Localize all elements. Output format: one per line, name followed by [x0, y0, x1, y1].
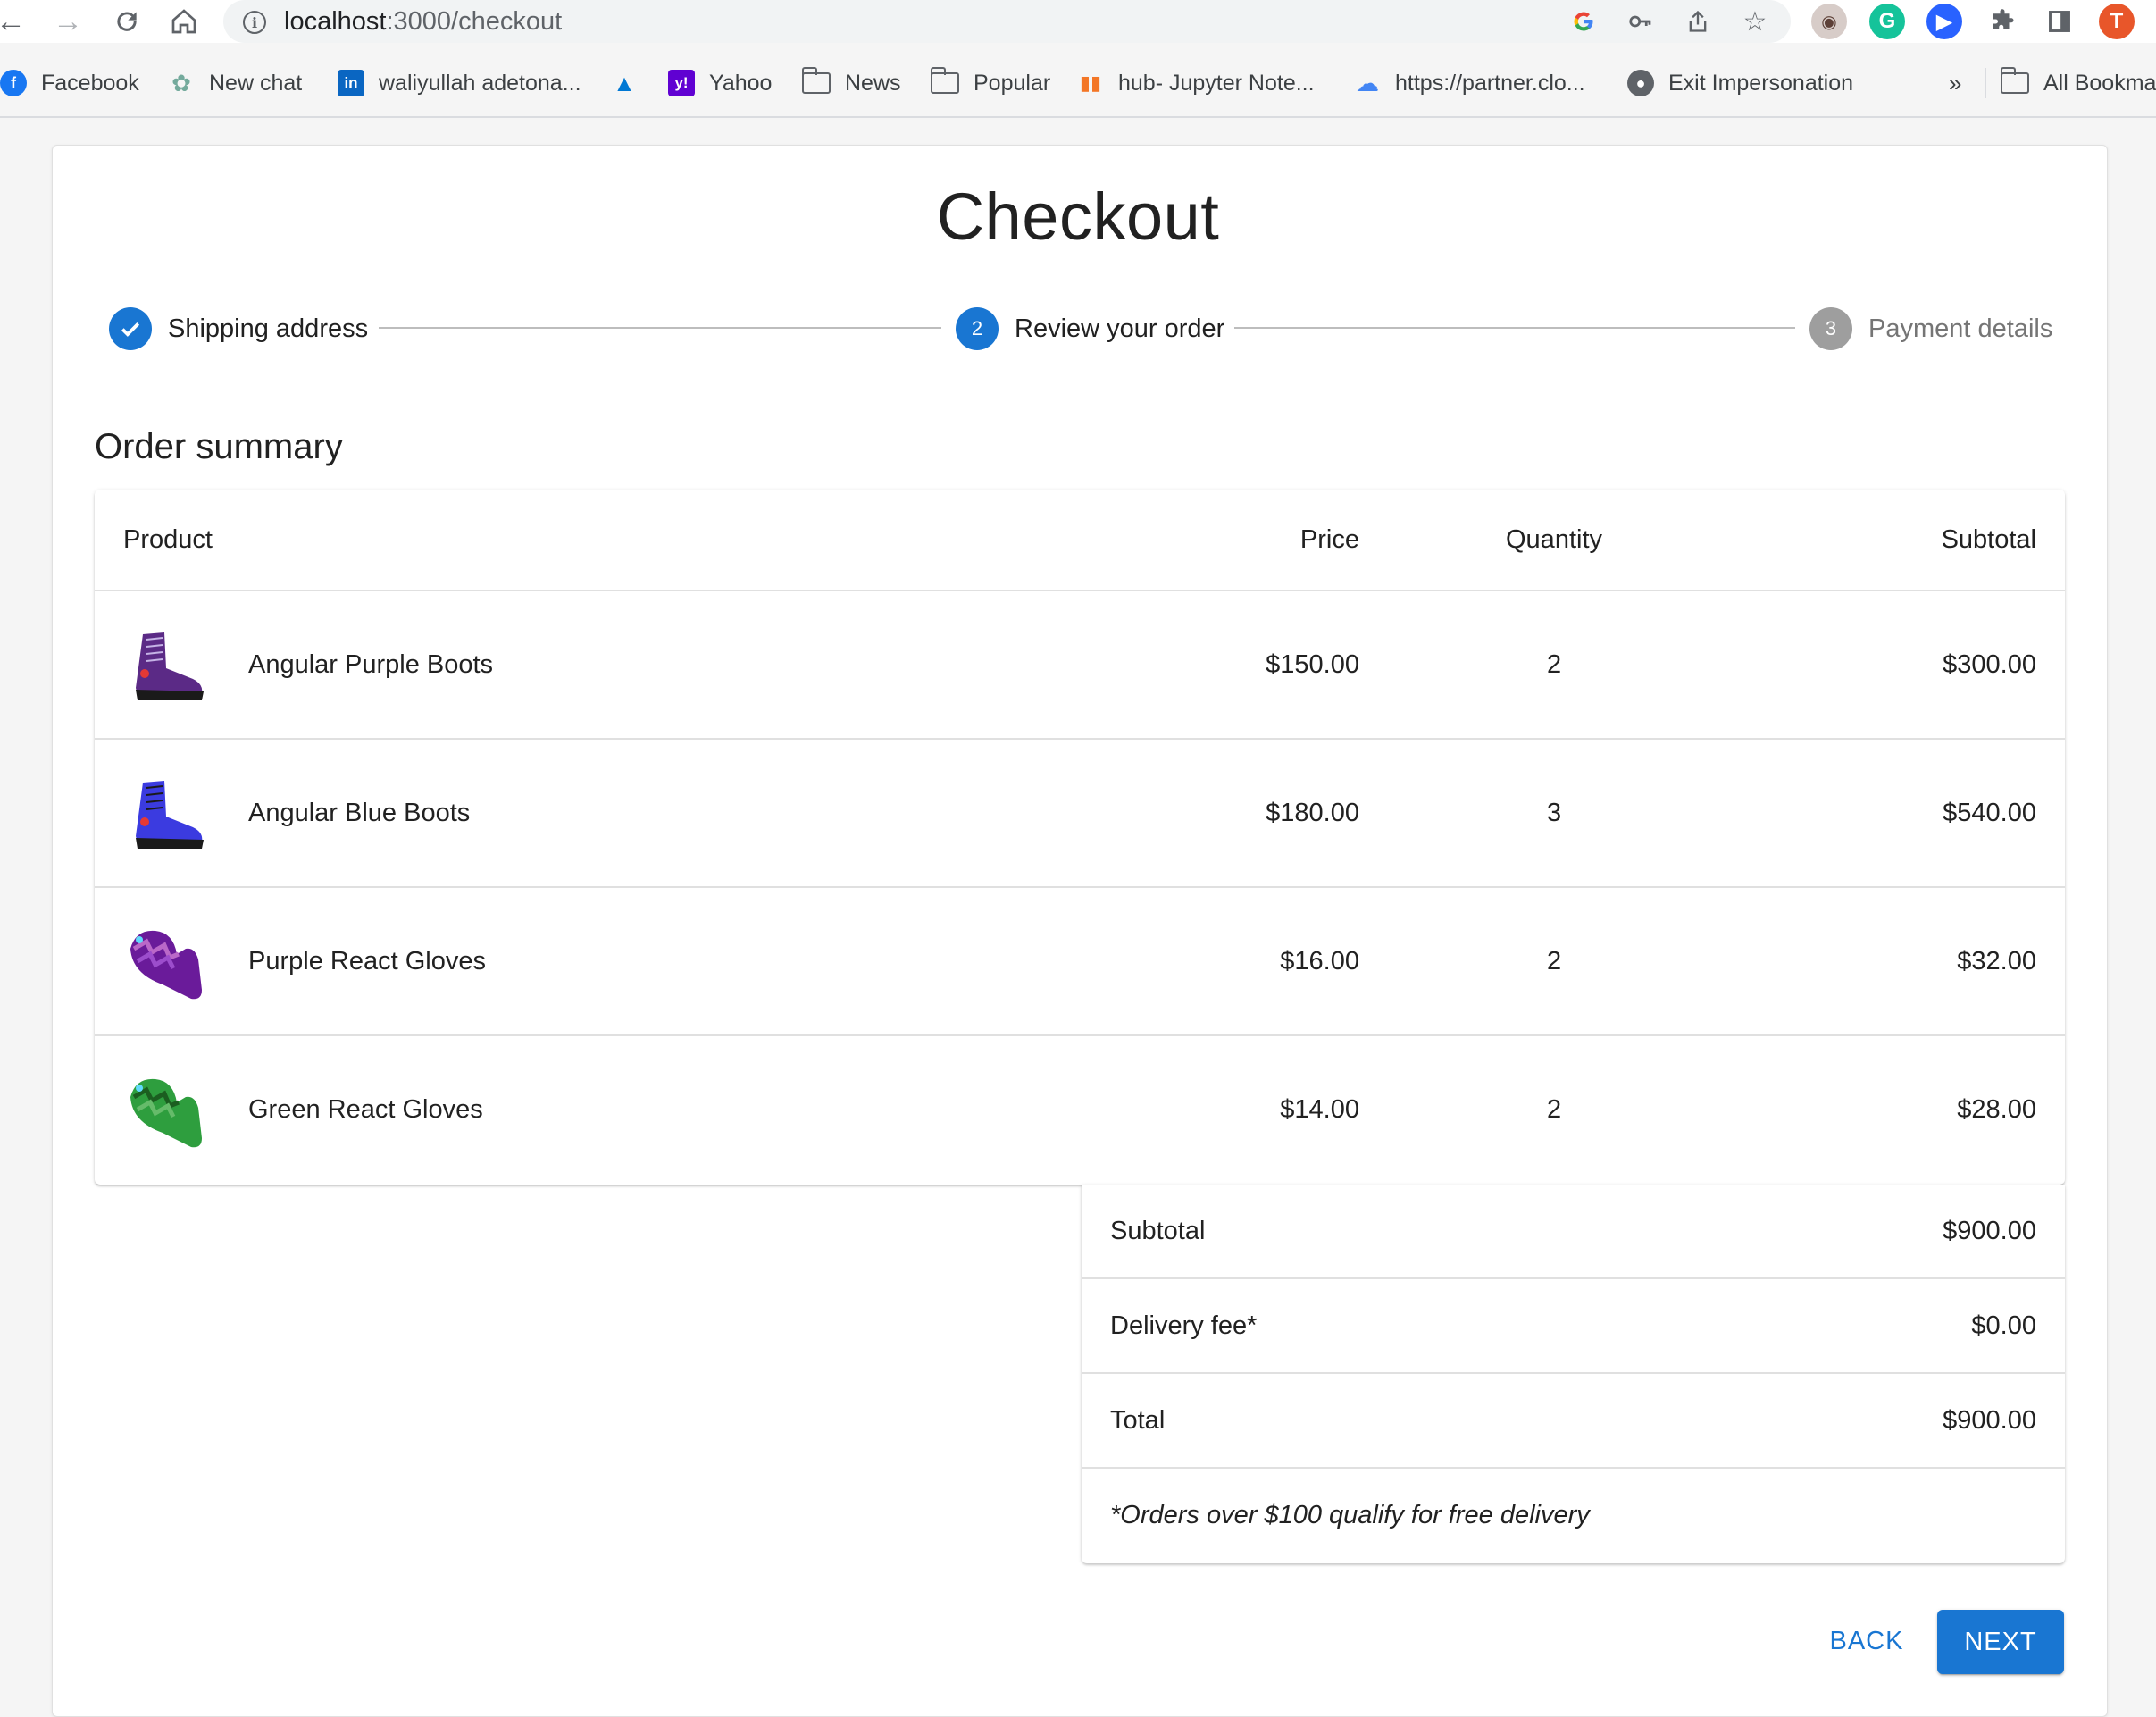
bookmark-jupyter[interactable]: ▮▮ hub- Jupyter Note... — [1077, 61, 1315, 105]
product-subtotal: $28.00 — [1957, 1095, 2036, 1124]
bookmarks-bar: f Facebook ✿ New chat in waliyullah adet… — [0, 61, 2156, 105]
product-name: Angular Purple Boots — [248, 650, 494, 679]
step-connector — [1234, 327, 1795, 329]
column-header-price: Price — [1299, 525, 1359, 554]
globe-icon: ● — [1627, 70, 1654, 96]
order-summary-heading: Order summary — [95, 427, 343, 466]
folder-icon — [2000, 67, 2029, 94]
product-price: $180.00 — [1266, 799, 1359, 827]
subtotal-value: $900.00 — [1943, 1217, 2036, 1245]
order-table: Product Price Quantity Subtotal Angular … — [95, 490, 2065, 1185]
purple-glove-image — [130, 930, 202, 1000]
all-bookmarks[interactable]: All Bookma — [2000, 61, 2156, 105]
bookmark-azure[interactable]: ▲ — [611, 61, 652, 105]
bookmark-exit-impersonation[interactable]: ● Exit Impersonation — [1627, 61, 1853, 105]
column-header-quantity: Quantity — [1506, 525, 1602, 554]
product-price: $14.00 — [1280, 1095, 1359, 1124]
extension-spy-icon[interactable]: ◉ — [1811, 4, 1847, 39]
product-price: $150.00 — [1266, 650, 1359, 679]
table-divider — [95, 590, 2065, 591]
google-lens-icon[interactable] — [1567, 5, 1600, 38]
totals-divider — [1082, 1467, 2065, 1469]
totals-divider — [1082, 1277, 2065, 1279]
product-quantity: 3 — [1547, 799, 1562, 827]
table-divider — [95, 886, 2065, 888]
blue-boot-image — [136, 781, 204, 849]
next-button[interactable]: NEXT — [1937, 1610, 2064, 1674]
purple-boot-image — [136, 632, 204, 700]
bookmarks-divider — [1985, 68, 1986, 98]
bookmark-folder-news[interactable]: News — [801, 61, 901, 105]
delivery-fee-value: $0.00 — [1971, 1311, 2036, 1340]
bookmark-star-icon[interactable]: ☆ — [1739, 5, 1771, 38]
subtotal-label: Subtotal — [1110, 1217, 1206, 1245]
table-divider — [95, 1034, 2065, 1036]
bookmark-linkedin[interactable]: in waliyullah adetona... — [338, 61, 581, 105]
product-subtotal: $300.00 — [1943, 650, 2036, 679]
order-totals: Subtotal $900.00 Delivery fee* $0.00 Tot… — [1082, 1185, 2065, 1563]
product-name: Green React Gloves — [248, 1095, 483, 1124]
product-name: Angular Blue Boots — [248, 799, 471, 827]
green-glove-image — [130, 1078, 202, 1148]
product-name: Purple React Gloves — [248, 947, 486, 976]
product-subtotal: $32.00 — [1957, 947, 2036, 976]
google-cloud-icon: ☁ — [1356, 69, 1379, 96]
reload-icon[interactable] — [109, 4, 145, 39]
step-payment-details: 3 Payment details — [1809, 306, 2052, 351]
folder-icon — [930, 67, 959, 94]
profile-avatar[interactable]: T — [2099, 4, 2135, 39]
delivery-fee-label: Delivery fee* — [1110, 1311, 1258, 1340]
bookmarks-overflow-icon[interactable]: » — [1949, 61, 1961, 105]
chatgpt-icon: ✿ — [171, 69, 191, 96]
site-info-icon[interactable]: i — [243, 11, 266, 34]
bookmark-yahoo[interactable]: y! Yahoo — [668, 61, 772, 105]
linkedin-icon: in — [338, 70, 364, 96]
step-number-badge: 3 — [1809, 307, 1852, 350]
product-price: $16.00 — [1280, 947, 1359, 976]
total-label: Total — [1110, 1406, 1166, 1435]
page-title: Checkout — [936, 180, 1220, 254]
share-icon[interactable] — [1682, 5, 1714, 38]
back-arrow-icon[interactable]: ← — [0, 4, 29, 39]
column-header-subtotal: Subtotal — [1941, 525, 2036, 554]
total-value: $900.00 — [1943, 1406, 2036, 1435]
url-text: localhost:3000/checkout — [284, 7, 563, 36]
step-shipping-address: Shipping address — [109, 306, 368, 351]
forward-arrow-icon[interactable]: → — [50, 4, 86, 39]
step-connector — [379, 327, 941, 329]
column-header-product: Product — [123, 525, 213, 554]
facebook-icon: f — [0, 70, 27, 96]
bookmark-facebook[interactable]: f Facebook — [0, 61, 139, 105]
azure-icon: ▲ — [613, 69, 636, 96]
step-review-order: 2 Review your order — [956, 306, 1224, 351]
step-number-badge: 2 — [956, 307, 999, 350]
check-icon — [109, 307, 152, 350]
address-bar[interactable]: i localhost:3000/checkout ☆ — [223, 0, 1791, 43]
free-delivery-note: *Orders over $100 qualify for free deliv… — [1110, 1501, 1590, 1529]
totals-divider — [1082, 1372, 2065, 1374]
product-subtotal: $540.00 — [1943, 799, 2036, 827]
product-quantity: 2 — [1547, 650, 1562, 679]
product-quantity: 2 — [1547, 947, 1562, 976]
yahoo-icon: y! — [668, 70, 695, 96]
side-panel-icon[interactable] — [2042, 4, 2077, 39]
chrome-divider — [0, 116, 2156, 118]
bookmark-folder-popular[interactable]: Popular — [930, 61, 1050, 105]
home-icon[interactable] — [166, 4, 202, 39]
browser-toolbar: ← → i localhost:3000/checkout ☆ ◉ G ▶ T — [0, 0, 2156, 43]
extensions-puzzle-icon[interactable] — [1985, 4, 2020, 39]
product-quantity: 2 — [1547, 1095, 1562, 1124]
folder-icon — [801, 67, 831, 94]
extension-play-icon[interactable]: ▶ — [1926, 4, 1962, 39]
table-divider — [95, 738, 2065, 740]
bookmark-google-cloud[interactable]: ☁ https://partner.clo... — [1354, 61, 1585, 105]
key-icon[interactable] — [1625, 5, 1657, 38]
back-button[interactable]: BACK — [1813, 1610, 1920, 1672]
bookmark-new-chat[interactable]: ✿ New chat — [168, 61, 302, 105]
jupyter-icon: ▮▮ — [1079, 71, 1102, 94]
grammarly-icon[interactable]: G — [1869, 4, 1905, 39]
